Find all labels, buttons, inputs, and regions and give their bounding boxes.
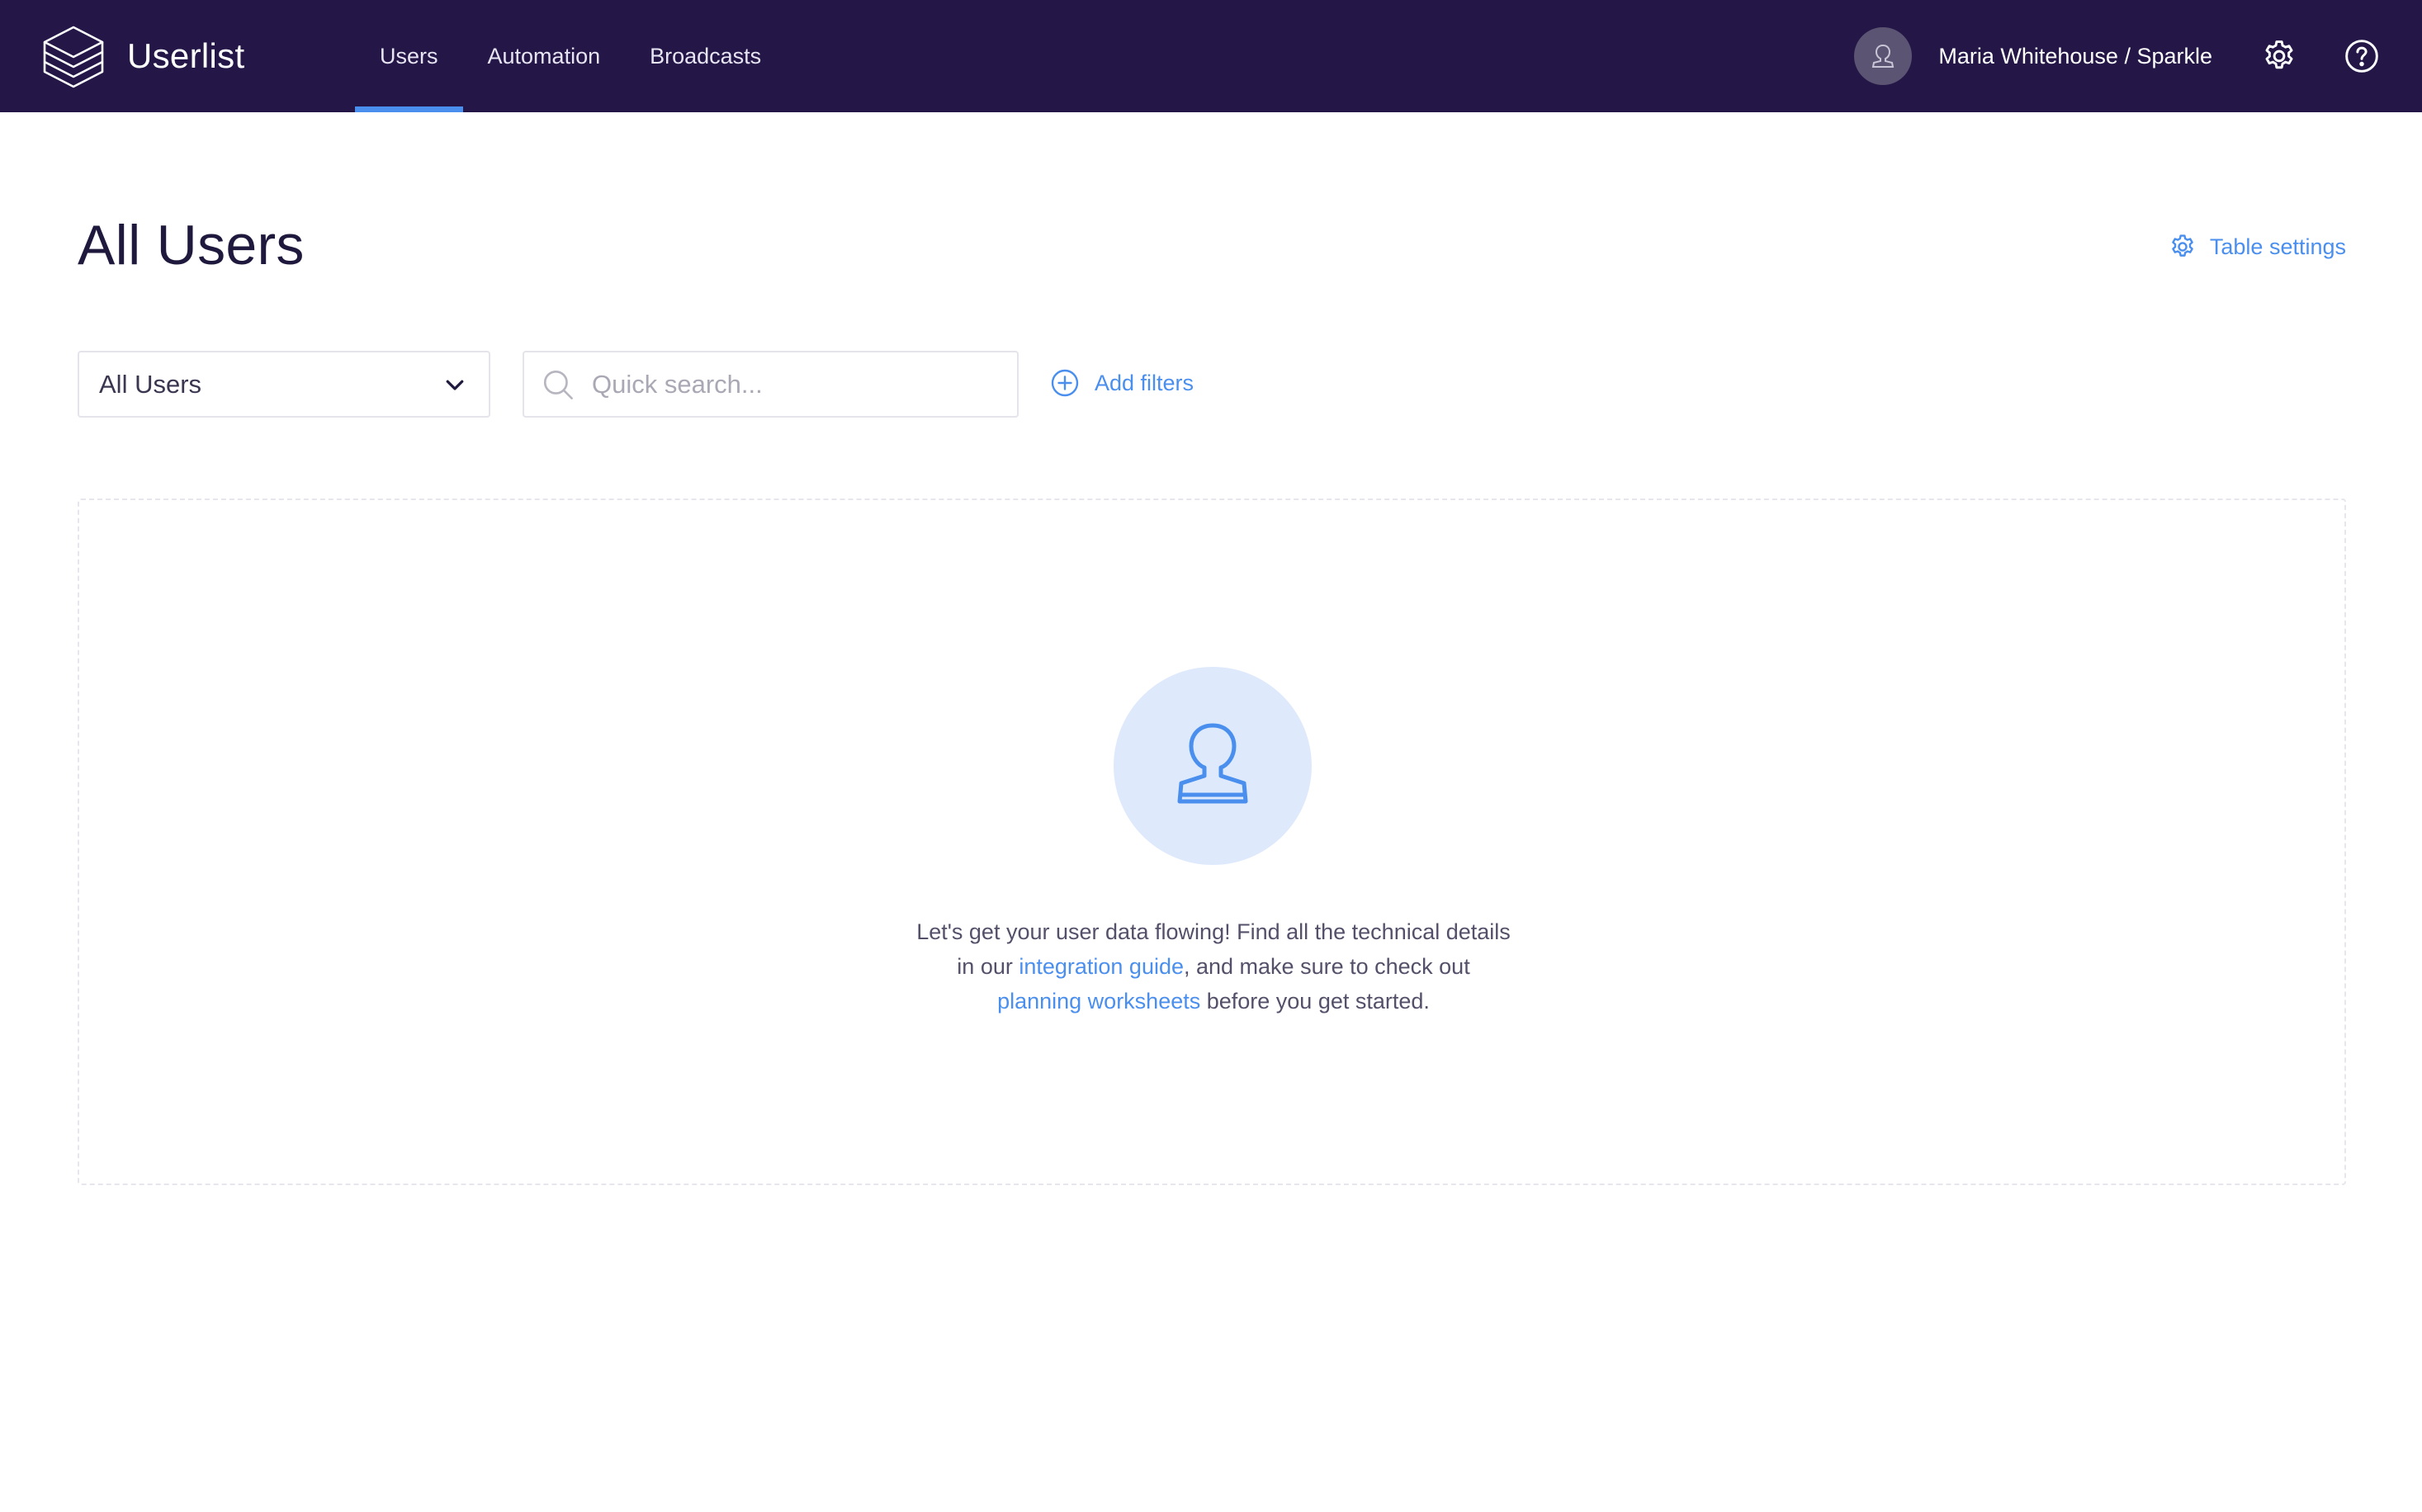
avatar[interactable] [1854, 27, 1913, 85]
empty-state-line3-suffix: before you get started. [1200, 989, 1430, 1014]
chevron-down-icon [446, 380, 464, 390]
brand-logo-link[interactable]: Userlist [41, 23, 244, 89]
segment-selected-value: All Users [99, 369, 202, 399]
empty-state-line2-suffix: , and make sure to check out [1184, 954, 1470, 979]
empty-state-illustration [1114, 667, 1312, 865]
table-settings-label: Table settings [2209, 234, 2346, 259]
search-icon [543, 370, 573, 399]
empty-state-line1: Let's get your user data flowing! Find a… [916, 919, 1511, 944]
integration-guide-link[interactable]: integration guide [1019, 954, 1184, 979]
add-filters-label: Add filters [1095, 370, 1194, 395]
empty-state-panel: Let's get your user data flowing! Find a… [78, 498, 2346, 1185]
empty-state-line2-prefix: in our [957, 954, 1019, 979]
segment-select[interactable]: All Users [78, 351, 490, 418]
search-input[interactable] [592, 369, 1005, 399]
nav-item-users[interactable]: Users [355, 0, 463, 112]
quick-search-field[interactable] [523, 351, 1019, 418]
plus-circle-icon [1051, 369, 1079, 397]
nav-item-label: Users [380, 43, 438, 69]
help-circle-icon [2345, 40, 2378, 73]
help-button[interactable] [2343, 37, 2381, 75]
nav-item-automation[interactable]: Automation [463, 0, 626, 112]
empty-state-message: Let's get your user data flowing! Find a… [801, 914, 1626, 1018]
userlist-logo-icon [43, 26, 104, 88]
top-navigation-bar: Userlist Users Automation Broadcasts Mar… [0, 0, 2422, 112]
gear-icon [2172, 234, 2193, 257]
nav-item-label: Broadcasts [650, 43, 762, 69]
page-title: All Users [78, 214, 305, 276]
account-area: Maria Whitehouse / Sparkle [1854, 0, 2422, 112]
account-name[interactable]: Maria Whitehouse / Sparkle [1938, 44, 2212, 69]
nav-item-label: Automation [487, 43, 601, 69]
planning-worksheets-link[interactable]: planning worksheets [997, 989, 1200, 1014]
user-icon [1177, 723, 1248, 804]
settings-button[interactable] [2260, 37, 2298, 75]
nav-item-broadcasts[interactable]: Broadcasts [625, 0, 786, 112]
user-icon [1872, 44, 1895, 68]
main-nav: Users Automation Broadcasts [355, 0, 786, 112]
add-filters-button[interactable]: Add filters [1050, 368, 1194, 398]
brand-name: Userlist [127, 36, 245, 75]
table-settings-button[interactable]: Table settings [2169, 233, 2346, 261]
gear-icon [2265, 40, 2293, 69]
